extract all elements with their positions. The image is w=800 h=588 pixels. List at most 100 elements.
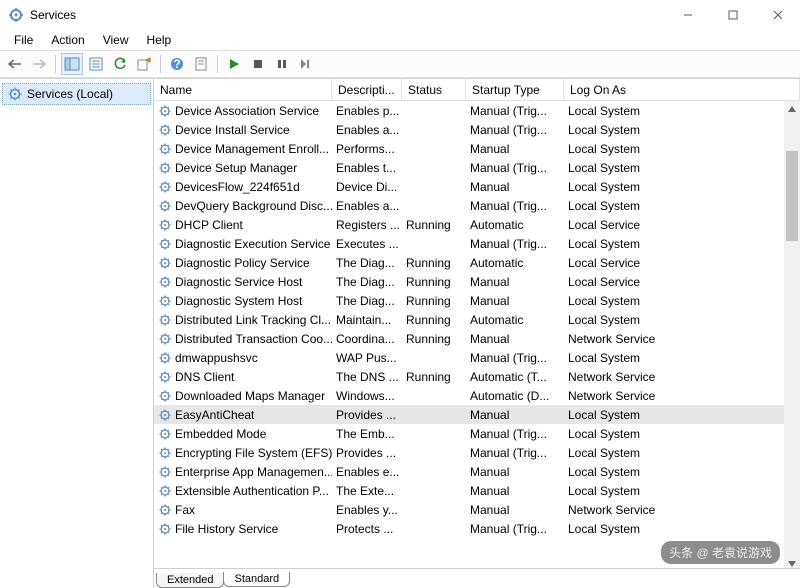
menu-action[interactable]: Action xyxy=(43,31,92,49)
service-row[interactable]: Extensible Authentication P...The Exte..… xyxy=(154,481,800,500)
cell-name: DevQuery Background Disc... xyxy=(154,199,332,213)
service-row[interactable]: Embedded ModeThe Emb...Manual (Trig...Lo… xyxy=(154,424,800,443)
cell-startup: Automatic (T... xyxy=(466,370,564,384)
column-header-description[interactable]: Descripti... xyxy=(332,79,402,100)
service-row[interactable]: EasyAntiCheatProvides ...ManualLocal Sys… xyxy=(154,405,800,424)
cell-name: Diagnostic System Host xyxy=(154,294,332,308)
gear-icon xyxy=(158,522,172,536)
tabs-bar: Extended Standard xyxy=(154,568,800,588)
pause-service-button[interactable] xyxy=(271,53,293,75)
scrollbar-thumb[interactable] xyxy=(786,151,798,241)
cell-name: Device Install Service xyxy=(154,123,332,137)
maximize-button[interactable] xyxy=(710,0,755,30)
properties-button[interactable] xyxy=(85,53,107,75)
service-row[interactable]: Diagnostic Service HostThe Diag...Runnin… xyxy=(154,272,800,291)
close-button[interactable] xyxy=(755,0,800,30)
gear-icon xyxy=(158,218,172,232)
service-row[interactable]: Device Association ServiceEnables p...Ma… xyxy=(154,101,800,120)
service-row[interactable]: Diagnostic System Host The Diag...Running… xyxy=(154,291,800,310)
service-name-text: DevQuery Background Disc... xyxy=(175,199,332,213)
service-row[interactable]: Distributed Transaction Coo...Coordina..… xyxy=(154,329,800,348)
service-row[interactable]: Distributed Link Tracking Cl...Maintain.… xyxy=(154,310,800,329)
toolbar-separator xyxy=(217,55,218,73)
service-row[interactable]: Diagnostic Policy ServiceThe Diag...Runn… xyxy=(154,253,800,272)
export-list-button[interactable] xyxy=(133,53,155,75)
titlebar: Services xyxy=(0,0,800,30)
vertical-scrollbar[interactable] xyxy=(784,101,800,572)
cell-description: The Diag... xyxy=(332,294,402,308)
service-row[interactable]: DHCP ClientRegisters ...RunningAutomatic… xyxy=(154,215,800,234)
window-title: Services xyxy=(30,8,665,22)
service-name-text: Diagnostic Policy Service xyxy=(175,256,310,270)
gear-icon xyxy=(158,408,172,422)
service-row[interactable]: DevicesFlow_224f651dDevice Di...ManualLo… xyxy=(154,177,800,196)
gear-icon xyxy=(158,104,172,118)
service-row[interactable]: DevQuery Background Disc...Enables a...M… xyxy=(154,196,800,215)
stop-service-button[interactable] xyxy=(247,53,269,75)
service-row[interactable]: DNS ClientThe DNS ...RunningAutomatic (T… xyxy=(154,367,800,386)
cell-description: Device Di... xyxy=(332,180,402,194)
refresh-button[interactable] xyxy=(109,53,131,75)
cell-startup: Manual xyxy=(466,275,564,289)
forward-button[interactable] xyxy=(28,53,50,75)
column-header-name[interactable]: Name xyxy=(154,79,332,100)
cell-startup: Manual (Trig... xyxy=(466,427,564,441)
service-name-text: Diagnostic Execution Service xyxy=(175,237,330,251)
service-row[interactable]: Diagnostic Execution ServiceExecutes ...… xyxy=(154,234,800,253)
restart-service-button[interactable] xyxy=(295,53,317,75)
service-name-text: Diagnostic System Host xyxy=(175,294,302,308)
service-row[interactable]: Encrypting File System (EFS)Provides ...… xyxy=(154,443,800,462)
column-header-startup[interactable]: Startup Type xyxy=(466,79,564,100)
tab-standard[interactable]: Standard xyxy=(223,572,290,587)
gear-icon xyxy=(158,180,172,194)
column-header-logon[interactable]: Log On As xyxy=(564,79,800,100)
service-name-text: Embedded Mode xyxy=(175,427,266,441)
service-row[interactable]: Device Management Enroll...Performs...Ma… xyxy=(154,139,800,158)
service-row[interactable]: Device Setup ManagerEnables t...Manual (… xyxy=(154,158,800,177)
tab-extended[interactable]: Extended xyxy=(156,573,224,588)
help-button[interactable]: ? xyxy=(166,53,188,75)
menu-file[interactable]: File xyxy=(6,31,41,49)
tree-item-label: Services (Local) xyxy=(27,87,113,101)
cell-startup: Manual (Trig... xyxy=(466,237,564,251)
cell-description: The Emb... xyxy=(332,427,402,441)
cell-name: Device Management Enroll... xyxy=(154,142,332,156)
service-row[interactable]: Downloaded Maps ManagerWindows...Automat… xyxy=(154,386,800,405)
gear-icon xyxy=(158,199,172,213)
service-row[interactable]: Enterprise App Managemen...Enables e...M… xyxy=(154,462,800,481)
show-hide-tree-button[interactable] xyxy=(61,53,83,75)
cell-name: DNS Client xyxy=(154,370,332,384)
cell-name: Downloaded Maps Manager xyxy=(154,389,332,403)
cell-name: Device Association Service xyxy=(154,104,332,118)
properties-sheet-button[interactable] xyxy=(190,53,212,75)
cell-logon: Local System xyxy=(564,142,800,156)
cell-startup: Manual (Trig... xyxy=(466,123,564,137)
toolbar: ? xyxy=(0,50,800,78)
column-header-status[interactable]: Status xyxy=(402,79,466,100)
gear-icon xyxy=(158,351,172,365)
tree-item-services-local[interactable]: Services (Local) xyxy=(2,83,151,105)
service-row[interactable]: dmwappushsvcWAP Pus...Manual (Trig...Loc… xyxy=(154,348,800,367)
back-button[interactable] xyxy=(4,53,26,75)
scroll-up-icon[interactable] xyxy=(784,101,800,117)
service-row[interactable]: File History ServiceProtects ...Manual (… xyxy=(154,519,800,538)
minimize-button[interactable] xyxy=(665,0,710,30)
menu-help[interactable]: Help xyxy=(139,31,180,49)
cell-status: Running xyxy=(402,294,466,308)
cell-startup: Manual (Trig... xyxy=(466,446,564,460)
menubar: File Action View Help xyxy=(0,30,800,50)
menu-view[interactable]: View xyxy=(95,31,137,49)
cell-description: Executes ... xyxy=(332,237,402,251)
cell-logon: Local System xyxy=(564,351,800,365)
service-name-text: Diagnostic Service Host xyxy=(175,275,302,289)
gear-icon xyxy=(158,294,172,308)
service-row[interactable]: Device Install ServiceEnables a...Manual… xyxy=(154,120,800,139)
cell-name: Extensible Authentication P... xyxy=(154,484,332,498)
service-name-text: dmwappushsvc xyxy=(175,351,258,365)
cell-logon: Local Service xyxy=(564,218,800,232)
start-service-button[interactable] xyxy=(223,53,245,75)
service-name-text: Device Association Service xyxy=(175,104,319,118)
service-name-text: DHCP Client xyxy=(175,218,243,232)
cell-description: Enables y... xyxy=(332,503,402,517)
service-row[interactable]: FaxEnables y...ManualNetwork Service xyxy=(154,500,800,519)
